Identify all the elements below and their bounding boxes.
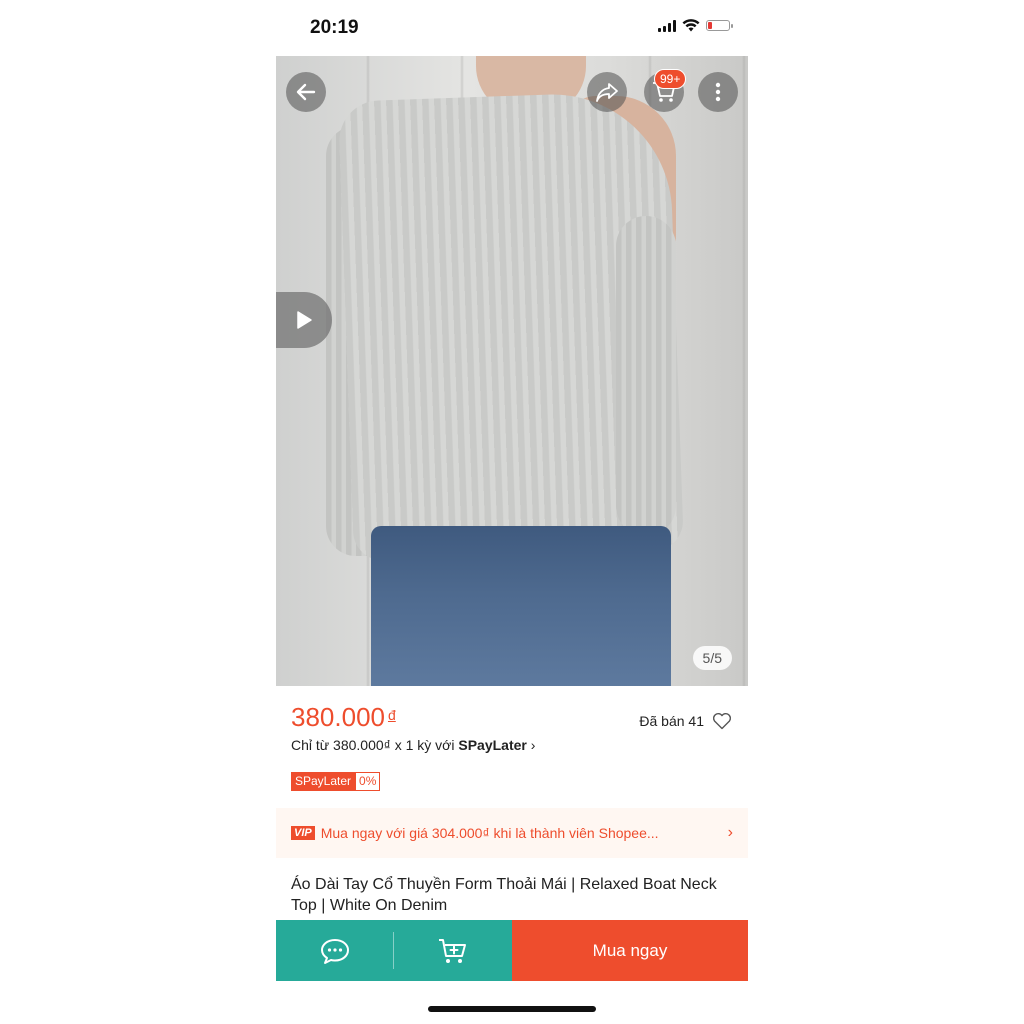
signal-icon: [658, 19, 676, 32]
installment-brand: SPayLater: [458, 737, 527, 753]
chat-button[interactable]: [276, 920, 394, 981]
cart-badge: 99+: [654, 69, 687, 89]
share-button[interactable]: [587, 72, 627, 112]
spaylater-tag-rate: 0%: [355, 772, 381, 791]
chat-icon: [321, 938, 349, 964]
jeans: [371, 526, 671, 686]
chevron-right-icon: ›: [727, 824, 733, 841]
product-title: Áo Dài Tay Cổ Thuyền Form Thoải Mái | Re…: [291, 876, 717, 914]
battery-level: [708, 22, 712, 29]
add-to-cart-button[interactable]: [394, 920, 512, 981]
sold-count: Đã bán 41: [639, 713, 704, 729]
vip-text: Mua ngay với giá 304.000₫ khi là thành v…: [320, 825, 659, 841]
product-image[interactable]: 99+ 5/5: [276, 56, 748, 686]
image-counter: 5/5: [692, 646, 732, 670]
share-icon: [596, 83, 618, 102]
chevron-right-icon: ›: [530, 737, 536, 753]
price-currency: đ: [387, 707, 396, 723]
status-time: 20:19: [310, 17, 359, 38]
price-value: 380.000: [291, 702, 385, 732]
more-icon: [715, 82, 721, 102]
sweater-sleeve-right: [616, 216, 676, 536]
spaylater-tag: SPayLater 0%: [291, 772, 381, 791]
battery-icon: [706, 20, 733, 31]
installment-text: Chỉ từ 380.000₫ x 1 kỳ với: [291, 737, 455, 753]
play-video-button[interactable]: [276, 292, 332, 348]
status-icons: [658, 19, 733, 32]
back-button[interactable]: [286, 72, 326, 112]
secondary-actions: [276, 920, 512, 981]
installment-info[interactable]: Chỉ từ 380.000₫ x 1 kỳ với SPayLater ›: [291, 737, 535, 753]
spaylater-tag-label: SPayLater: [291, 772, 356, 791]
back-arrow-icon: [296, 83, 316, 101]
vip-banner[interactable]: VIP Mua ngay với giá 304.000₫ khi là thà…: [276, 808, 748, 858]
heart-icon[interactable]: [712, 712, 732, 730]
app-screen: 20:19 99+ 5/5 380.000 đ Đã bán 41 Chỉ từ…: [276, 0, 748, 1024]
vip-badge-icon: VIP: [291, 826, 315, 840]
divider: [393, 932, 394, 969]
bottom-action-bar: Mua ngay: [276, 920, 748, 981]
wifi-icon: [682, 19, 700, 32]
play-icon: [297, 311, 312, 329]
home-indicator[interactable]: [428, 1006, 596, 1012]
buy-now-button[interactable]: Mua ngay: [512, 920, 748, 981]
sold-section: Đã bán 41: [639, 712, 732, 730]
add-to-cart-icon: [439, 938, 466, 963]
more-button[interactable]: [698, 72, 738, 112]
product-price: 380.000 đ: [291, 702, 396, 733]
